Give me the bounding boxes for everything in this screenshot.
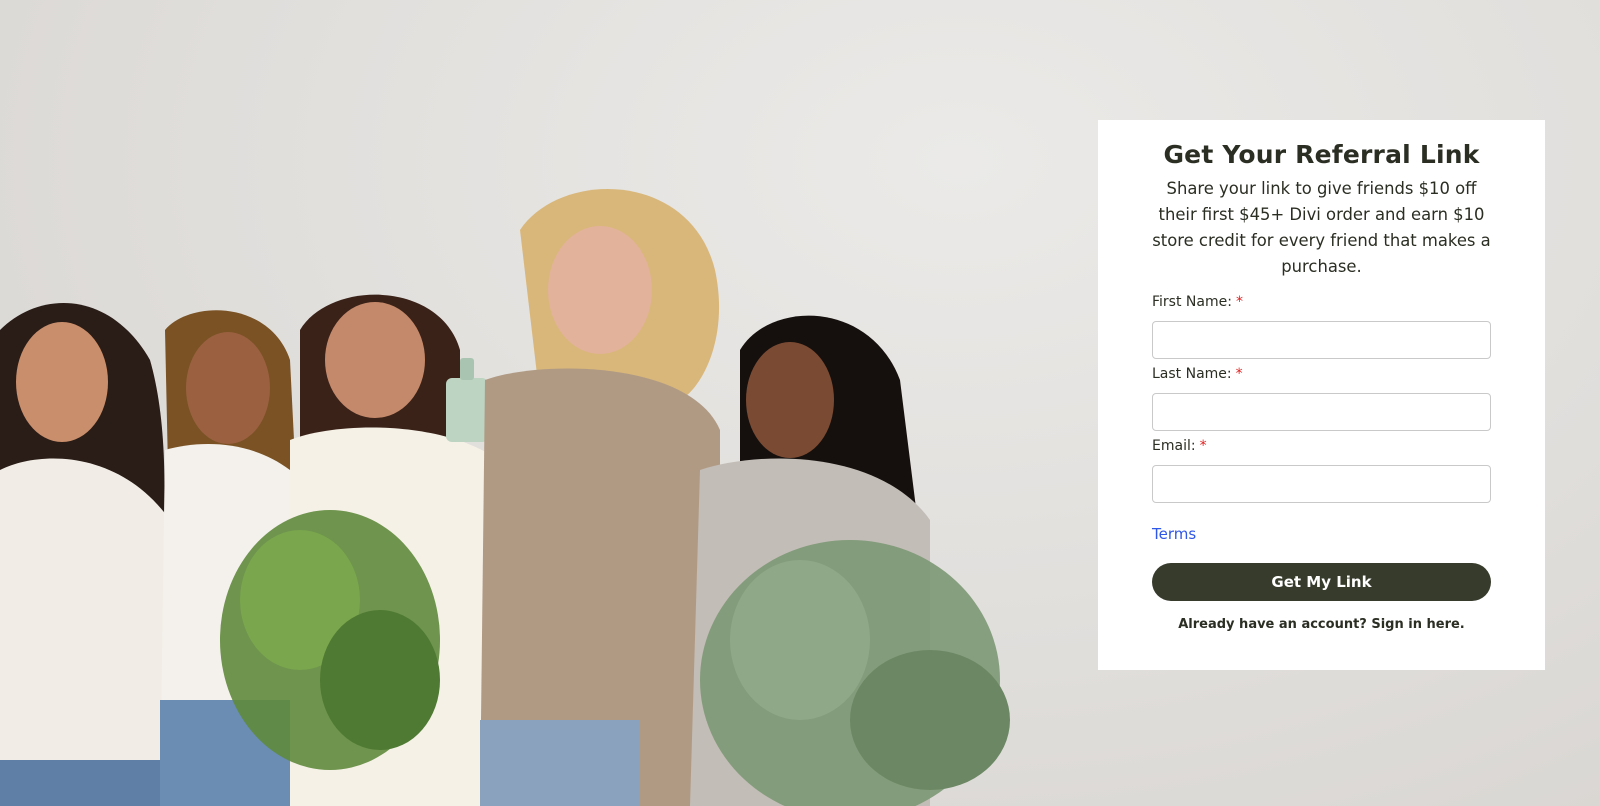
- required-mark: *: [1199, 438, 1207, 454]
- terms-link[interactable]: Terms: [1152, 525, 1196, 543]
- last-name-input[interactable]: [1152, 393, 1491, 431]
- person-1: [0, 302, 180, 806]
- email-label: Email: *: [1152, 438, 1207, 454]
- greenery-right: [700, 540, 1010, 806]
- first-name-input[interactable]: [1152, 321, 1491, 359]
- first-name-label: First Name: *: [1152, 294, 1243, 310]
- form-title: Get Your Referral Link: [1163, 140, 1480, 169]
- last-name-label-text: Last Name:: [1152, 366, 1232, 382]
- last-name-label: Last Name: *: [1152, 366, 1243, 382]
- form-subtitle: Share your link to give friends $10 off …: [1152, 179, 1491, 276]
- hero-photo: [0, 189, 1010, 806]
- referral-form-card: Get Your Referral Link Share your link t…: [1098, 120, 1545, 670]
- person-4: [480, 189, 720, 806]
- first-name-label-text: First Name:: [1152, 294, 1232, 310]
- required-mark: *: [1235, 366, 1243, 382]
- greenery-left: [220, 510, 440, 770]
- email-label-text: Email:: [1152, 438, 1196, 454]
- sign-in-link[interactable]: Already have an account? Sign in here.: [1098, 617, 1545, 632]
- required-mark: *: [1235, 294, 1243, 310]
- email-input[interactable]: [1152, 465, 1491, 503]
- get-my-link-button[interactable]: Get My Link: [1152, 563, 1491, 601]
